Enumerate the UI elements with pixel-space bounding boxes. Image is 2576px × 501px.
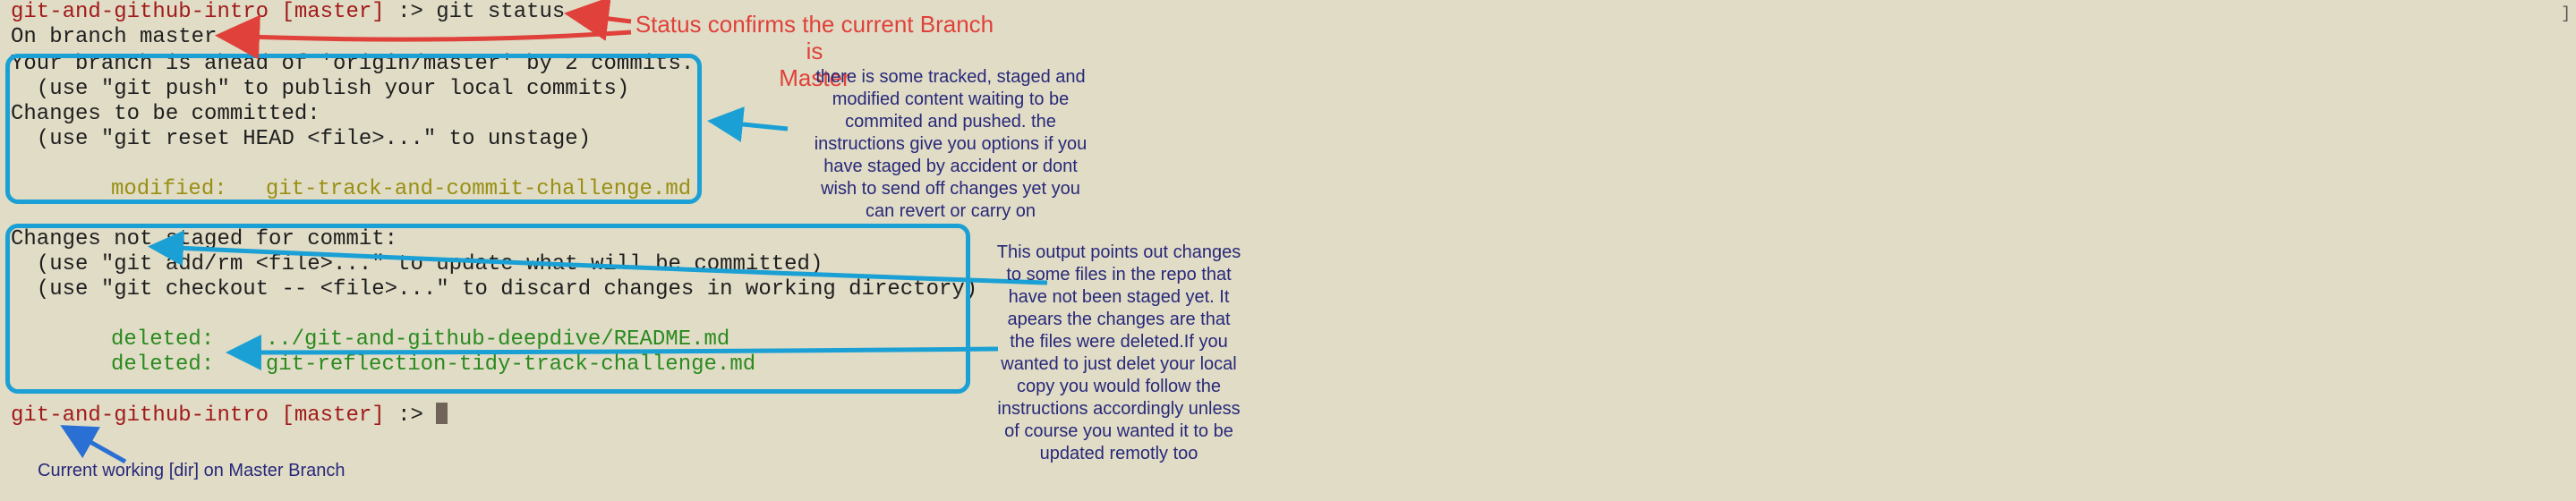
scrollbar-mark[interactable]: ] (2561, 5, 2571, 23)
annotation-arrows (60, 0, 1048, 464)
unstaged-arrow-to-header (148, 230, 1048, 285)
status-arrow-to-command (564, 0, 632, 41)
dir-arrow (60, 425, 127, 464)
unstaged-annotation: This output points out changes to some f… (996, 242, 1241, 463)
staged-annotation: there is some tracked, staged and modifi… (814, 67, 1088, 221)
working-dir-annotation: Current working [dir] on Master Branch (38, 461, 345, 480)
unstaged-arrow-to-deleted (226, 334, 999, 370)
status-arrow-to-branch (215, 14, 632, 60)
